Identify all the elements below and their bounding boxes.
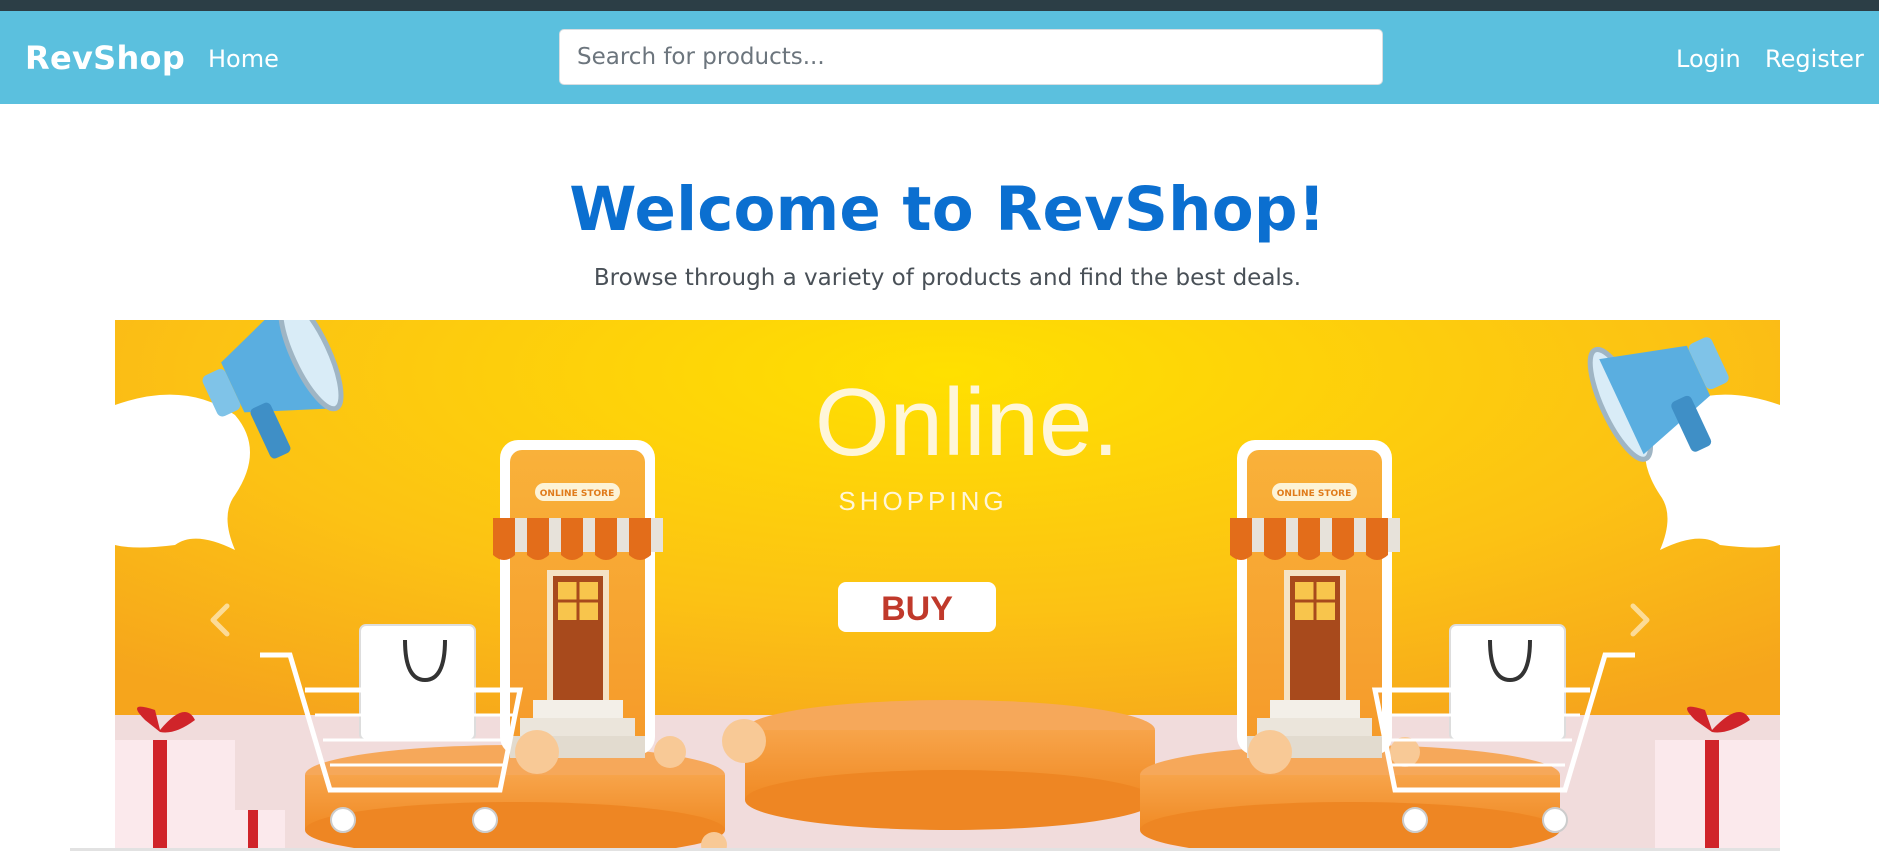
page-subtitle: Browse through a variety of products and… — [593, 265, 1302, 291]
banner-carousel: ONLINE STORE ONLINE STORE Online. SHOPPI… — [115, 320, 1780, 851]
carousel-prev-button[interactable] — [205, 600, 269, 680]
brand-logo[interactable]: RevShop — [25, 39, 185, 77]
browser-top-strip — [0, 0, 1879, 11]
carousel-next-button[interactable] — [1625, 600, 1689, 680]
banner-subheadline: SHOPPING — [838, 486, 1007, 516]
chevron-right-icon — [1630, 603, 1650, 637]
nav-register-link[interactable]: Register — [1765, 45, 1864, 73]
page-title: Welcome to RevShop! — [569, 174, 1326, 245]
banner-headline: Online. — [815, 369, 1119, 476]
nav-login-link[interactable]: Login — [1676, 45, 1741, 73]
nav-home-link[interactable]: Home — [208, 45, 279, 73]
svg-text:ONLINE STORE: ONLINE STORE — [1277, 489, 1351, 499]
banner-image: ONLINE STORE ONLINE STORE Online. SHOPPI… — [115, 320, 1780, 851]
store-illustration-right: ONLINE STORE — [1230, 440, 1400, 758]
chevron-left-icon — [210, 603, 230, 637]
navbar: RevShop Home Login Register — [0, 11, 1879, 104]
banner-buy-label: BUY — [881, 590, 953, 628]
search-input[interactable] — [559, 29, 1383, 85]
store-illustration-left: ONLINE STORE — [493, 440, 663, 758]
svg-text:ONLINE STORE: ONLINE STORE — [540, 489, 614, 499]
